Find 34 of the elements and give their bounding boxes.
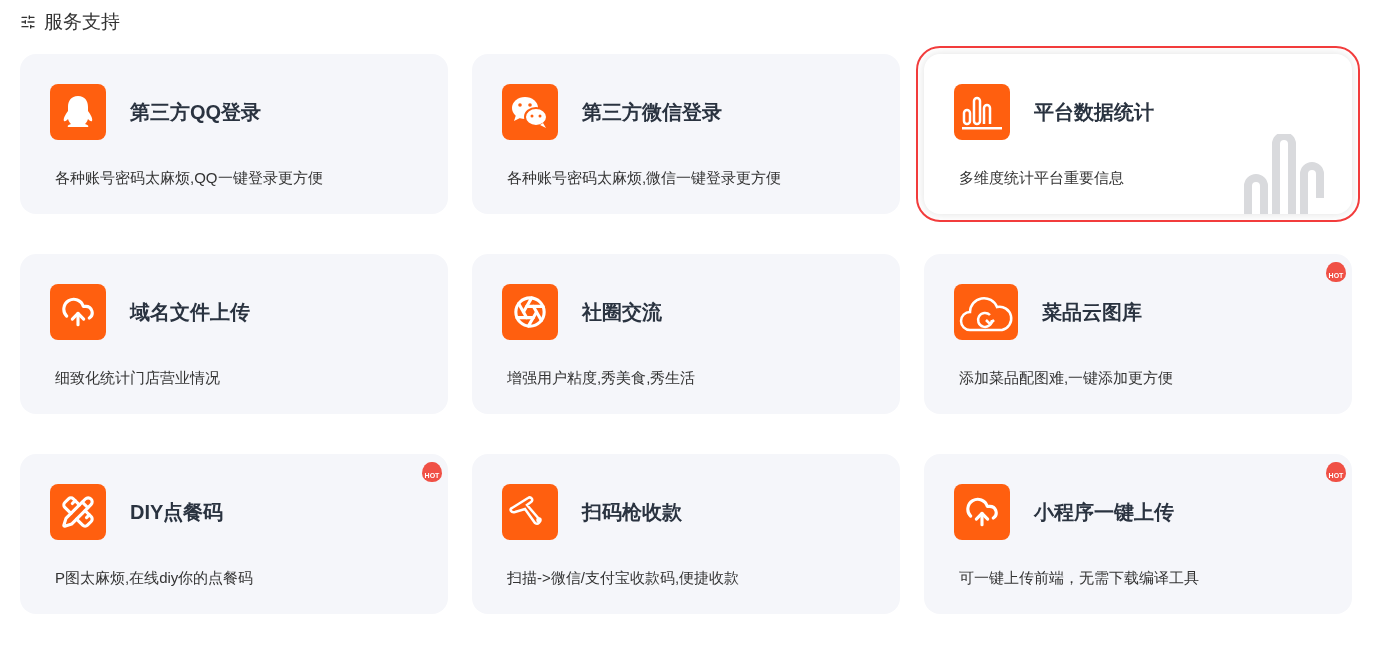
card-title: 第三方微信登录 (582, 100, 722, 125)
card-title: 社圈交流 (582, 300, 662, 325)
card-description: 多维度统计平台重要信息 (959, 169, 1124, 186)
service-card[interactable]: 扫码枪收款 扫描->微信/支付宝收款码,便捷收款 (472, 454, 900, 614)
card-title: 菜品云图库 (1042, 300, 1142, 325)
card-title: 平台数据统计 (1034, 100, 1154, 125)
card-description: 扫描->微信/支付宝收款码,便捷收款 (507, 569, 740, 586)
service-card[interactable]: 第三方QQ登录 各种账号密码太麻烦,QQ一键登录更方便 (20, 54, 448, 214)
cloud-icon (954, 284, 1018, 340)
service-card[interactable]: 社圈交流 增强用户粘度,秀美食,秀生活 (472, 254, 900, 414)
card-description: 各种账号密码太麻烦,QQ一键登录更方便 (55, 169, 323, 186)
bar-chart-icon (954, 84, 1010, 140)
scanner-icon (502, 484, 558, 540)
chat-bubbles-icon (502, 84, 558, 140)
card-description: 添加菜品配图难,一键添加更方便 (959, 369, 1174, 386)
card-title: DIY点餐码 (130, 500, 224, 525)
pencil-ruler-icon (50, 484, 106, 540)
cloud-upload-icon (954, 484, 1010, 540)
card-description: 细致化统计门店营业情况 (55, 369, 220, 386)
filter-icon (20, 14, 36, 30)
aperture-icon (502, 284, 558, 340)
card-description: 可一键上传前端，无需下载编译工具 (959, 569, 1199, 586)
card-title: 域名文件上传 (130, 300, 250, 325)
card-title: 扫码枪收款 (582, 500, 682, 525)
card-description: P图太麻烦,在线diy你的点餐码 (55, 569, 254, 586)
service-card[interactable]: 第三方微信登录 各种账号密码太麻烦,微信一键登录更方便 (472, 54, 900, 214)
penguin-icon (50, 84, 106, 140)
card-description: 增强用户粘度,秀美食,秀生活 (507, 369, 696, 386)
card-description: 各种账号密码太麻烦,微信一键登录更方便 (507, 169, 782, 186)
card-title: 第三方QQ登录 (130, 100, 262, 125)
service-card[interactable]: 域名文件上传 细致化统计门店营业情况 (20, 254, 448, 414)
cloud-upload-icon (50, 284, 106, 340)
section-title: 服务支持 (44, 9, 120, 34)
card-title: 小程序一键上传 (1034, 500, 1174, 525)
